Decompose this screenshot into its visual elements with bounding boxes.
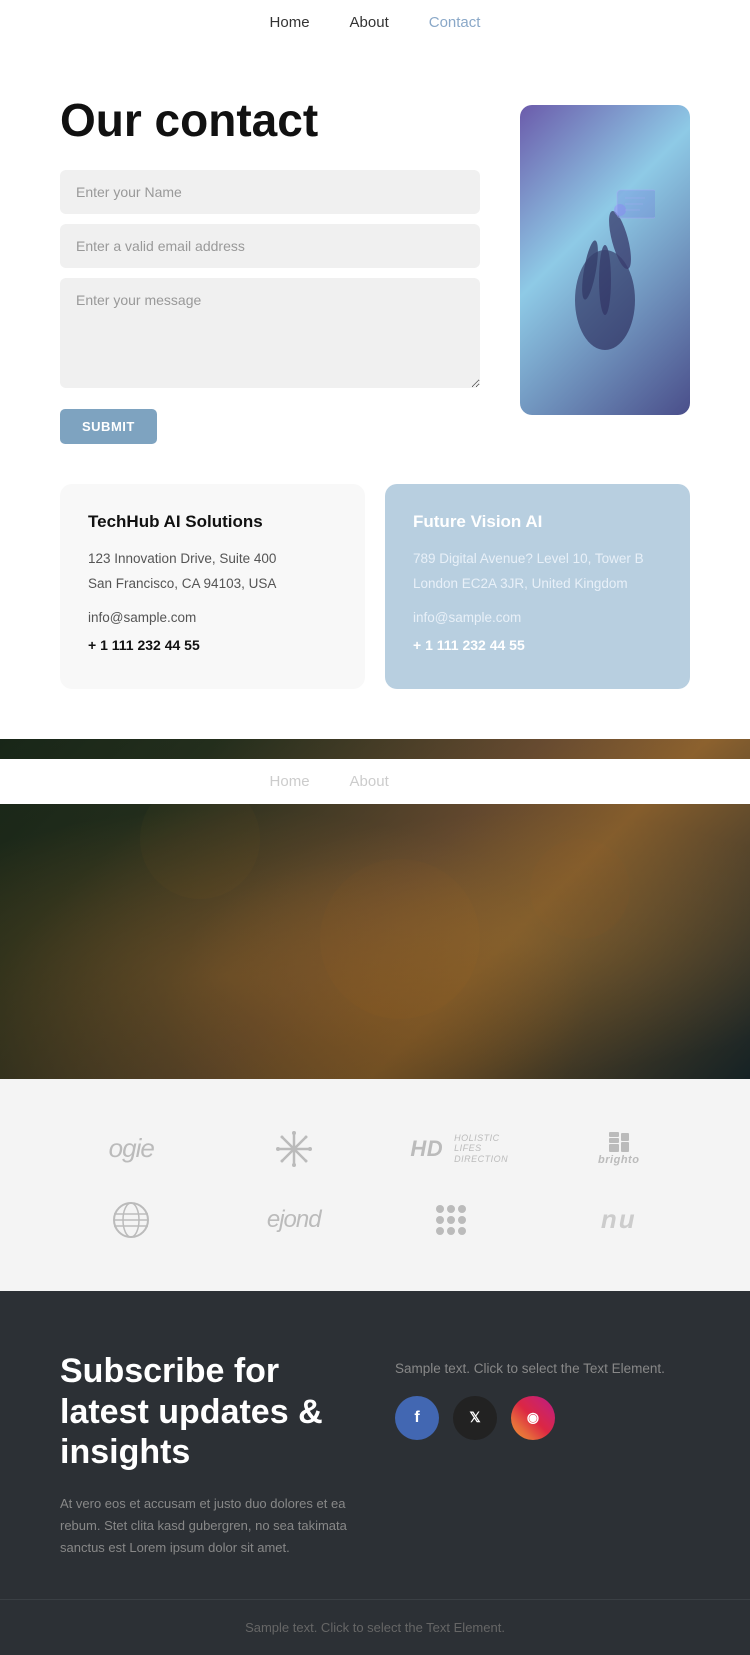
email-input[interactable] [60, 224, 480, 268]
contact-heading: Our contact [60, 95, 480, 146]
card-2-title: Future Vision AI [413, 512, 662, 532]
footer-body: At vero eos et accusam et justo duo dolo… [60, 1493, 355, 1559]
contact-section: Our contact SUBMIT [0, 45, 750, 484]
card-1-address2: San Francisco, CA 94103, USA [88, 573, 337, 595]
hero-nav-about[interactable]: About [350, 773, 389, 790]
card-1-phone: + 1 111 232 44 55 [88, 634, 337, 656]
logo-hd: HD HOLISTICLIFESDIRECTION [404, 1133, 508, 1165]
hero-nav: Home About Contact [0, 759, 750, 804]
card-1-address1: 123 Innovation Drive, Suite 400 [88, 548, 337, 570]
footer-left: Subscribe for latest updates & insights … [60, 1351, 355, 1560]
hero-banner: Home About Contact [0, 739, 750, 1079]
info-card-1: TechHub AI Solutions 123 Innovation Driv… [60, 484, 365, 689]
ogie-text: ogie [109, 1133, 154, 1164]
name-input[interactable] [60, 170, 480, 214]
social-icons: f 𝕏 ◉ [395, 1396, 690, 1440]
nav-contact[interactable]: Contact [429, 14, 481, 31]
hero-nav-home[interactable]: Home [270, 773, 310, 790]
card-2-phone: + 1 111 232 44 55 [413, 634, 662, 656]
twitter-icon[interactable]: 𝕏 [453, 1396, 497, 1440]
facebook-icon[interactable]: f [395, 1396, 439, 1440]
message-input[interactable] [60, 278, 480, 388]
card-2-email: info@sample.com [413, 607, 662, 629]
info-card-2: Future Vision AI 789 Digital Avenue? Lev… [385, 484, 690, 689]
logo-ogie: ogie [109, 1133, 154, 1164]
logo-brighto: brighto [598, 1132, 639, 1166]
card-1-title: TechHub AI Solutions [88, 512, 337, 532]
nav-home[interactable]: Home [270, 14, 310, 31]
footer-bottom: Sample text. Click to select the Text El… [0, 1599, 750, 1655]
card-2-address2: London EC2A 3JR, United Kingdom [413, 573, 662, 595]
contact-hero-image [520, 105, 690, 415]
info-cards-section: TechHub AI Solutions 123 Innovation Driv… [0, 484, 750, 739]
logo-ejond: ejond [267, 1206, 321, 1234]
card-1-email: info@sample.com [88, 607, 337, 629]
card-2-address1: 789 Digital Avenue? Level 10, Tower B [413, 548, 662, 570]
logo-snowflake [274, 1129, 314, 1169]
logos-section: ogie HD HOLISTICLIFESDIRECTION [0, 1079, 750, 1291]
contact-image-area [520, 105, 690, 415]
logo-globe [110, 1199, 152, 1241]
main-nav: Home About Contact [0, 0, 750, 45]
contact-form-area: Our contact SUBMIT [60, 95, 480, 444]
footer-right: Sample text. Click to select the Text El… [395, 1351, 690, 1560]
submit-button[interactable]: SUBMIT [60, 409, 157, 444]
nav-about[interactable]: About [350, 14, 389, 31]
footer-section: Subscribe for latest updates & insights … [0, 1291, 750, 1600]
hero-nav-contact[interactable]: Contact [429, 773, 481, 790]
instagram-icon[interactable]: ◉ [511, 1396, 555, 1440]
logo-dots [436, 1205, 476, 1235]
logo-nu: nu [601, 1204, 637, 1235]
footer-sample-text: Sample text. Click to select the Text El… [395, 1361, 690, 1376]
footer-bottom-text: Sample text. Click to select the Text El… [20, 1620, 730, 1635]
footer-heading: Subscribe for latest updates & insights [60, 1351, 355, 1473]
